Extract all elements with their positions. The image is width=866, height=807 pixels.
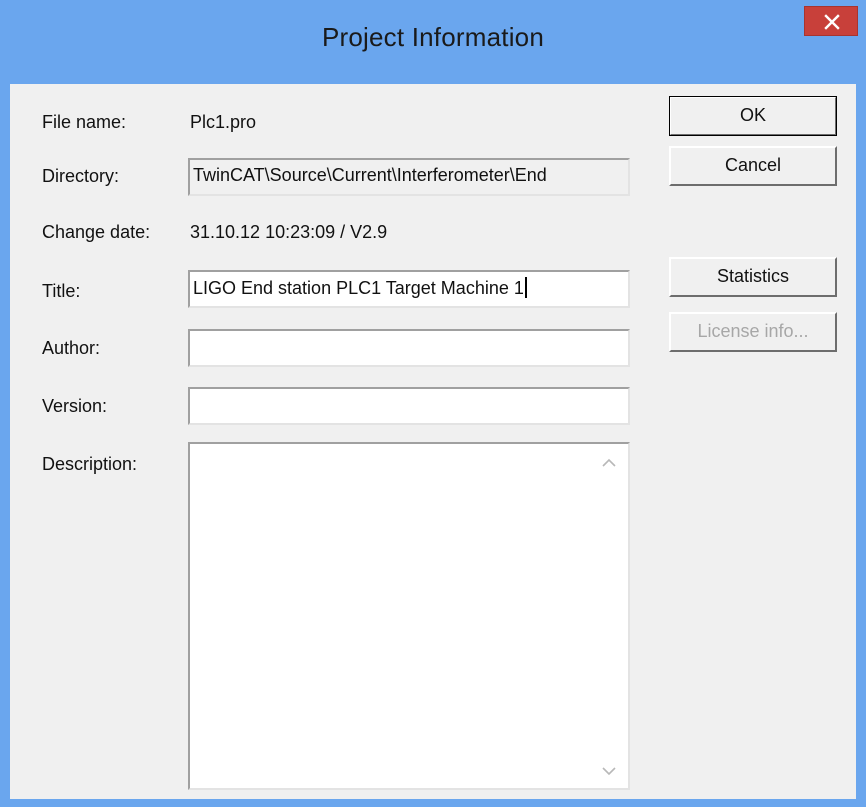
title-field-text: LIGO End station PLC1 Target Machine 1 [193, 278, 524, 298]
chevron-up-icon[interactable] [602, 458, 616, 468]
close-icon [824, 14, 840, 30]
version-label: Version: [42, 396, 108, 416]
title-bar[interactable]: Project Information [0, 0, 866, 84]
close-button[interactable] [804, 6, 858, 36]
file-name-label: File name: [42, 112, 127, 132]
version-field[interactable] [188, 387, 630, 425]
author-label: Author: [42, 338, 101, 358]
ok-button[interactable]: OK [669, 96, 837, 136]
license-info-button: License info... [669, 312, 837, 352]
file-name-value: Plc1.pro [190, 112, 257, 132]
author-field[interactable] [188, 329, 630, 367]
title-label: Title: [42, 281, 81, 301]
title-field[interactable]: LIGO End station PLC1 Target Machine 1 [188, 270, 630, 308]
text-caret [524, 277, 527, 298]
change-date-value: 31.10.12 10:23:09 / V2.9 [190, 222, 388, 242]
directory-field[interactable]: TwinCAT\Source\Current\Interferometer\En… [188, 158, 630, 196]
directory-label: Directory: [42, 166, 120, 186]
cancel-button[interactable]: Cancel [669, 146, 837, 186]
project-information-dialog: Project Information File name: Plc1.pro … [0, 0, 866, 807]
description-textarea[interactable] [188, 442, 630, 790]
chevron-down-icon[interactable] [602, 766, 616, 776]
description-label: Description: [42, 454, 138, 474]
change-date-label: Change date: [42, 222, 151, 242]
dialog-body: File name: Plc1.pro Directory: TwinCAT\S… [10, 84, 856, 799]
window-title: Project Information [321, 22, 544, 52]
statistics-button[interactable]: Statistics [669, 257, 837, 297]
